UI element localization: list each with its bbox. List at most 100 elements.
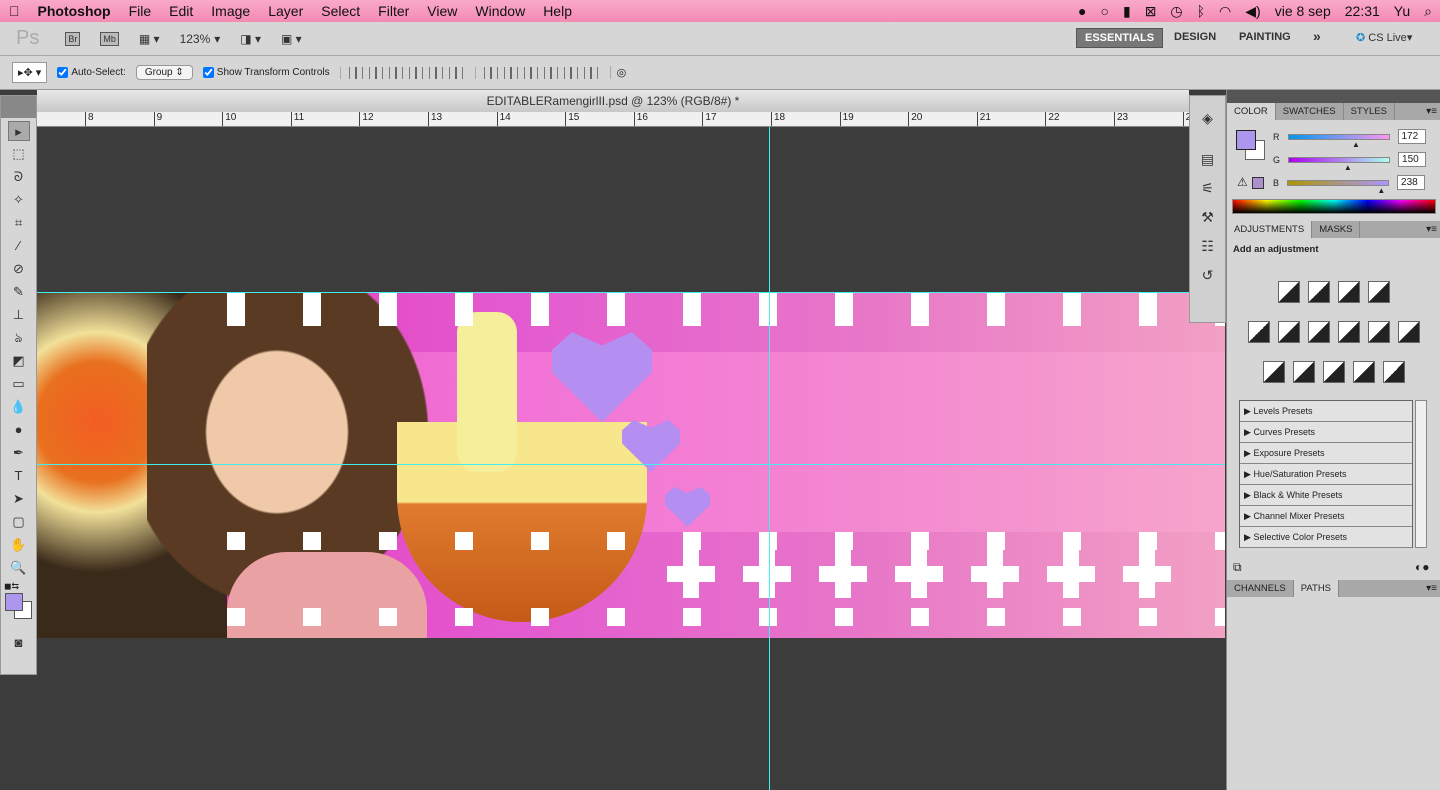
channel-value-input[interactable]: 150 — [1398, 152, 1427, 167]
brightness-contrast-icon[interactable] — [1278, 281, 1300, 303]
disclosure-triangle-icon[interactable]: ▶ — [1244, 511, 1251, 521]
vibrance-icon[interactable] — [1248, 321, 1270, 343]
hue-saturation-icon[interactable] — [1278, 321, 1300, 343]
menu-help[interactable]: Help — [534, 3, 581, 19]
preset-item[interactable]: ▶ Levels Presets — [1240, 401, 1412, 422]
arrange-documents-button[interactable]: ◨ ▾ — [240, 32, 261, 46]
slider-thumb[interactable]: ▲ — [1352, 140, 1360, 149]
color-panel-foreground[interactable] — [1236, 130, 1256, 150]
selective-color-icon[interactable] — [1383, 361, 1405, 383]
menu-image[interactable]: Image — [202, 3, 259, 19]
threshold-icon[interactable] — [1323, 361, 1345, 383]
foreground-color-swatch[interactable] — [5, 592, 23, 611]
distribute-vcenter-icon[interactable] — [503, 66, 518, 79]
menu-filter[interactable]: Filter — [369, 3, 418, 19]
distribute-top-icon[interactable] — [483, 66, 498, 79]
eraser-tool-icon[interactable]: ◩ — [8, 351, 30, 371]
distribute-left-icon[interactable] — [543, 66, 558, 79]
align-hcenter-icon[interactable] — [428, 66, 443, 79]
menu-edit[interactable]: Edit — [160, 3, 202, 19]
move-tool-icon[interactable]: ▸ — [7, 121, 30, 141]
volume-icon[interactable]: ◀) — [1245, 3, 1260, 20]
channel-slider[interactable]: ▲ — [1288, 156, 1391, 172]
document-tab[interactable]: EDITABLERamengirlII.psd @ 123% (RGB/8#) … — [37, 90, 1189, 112]
history-brush-icon[interactable]: ঌ — [8, 328, 30, 348]
clipboard-icon[interactable]: ▮ — [1123, 3, 1131, 20]
visibility-icon[interactable]: ◐● — [1415, 560, 1430, 574]
disclosure-triangle-icon[interactable]: ▶ — [1244, 448, 1251, 458]
menu-window[interactable]: Window — [466, 3, 534, 19]
spotlight-icon[interactable]: ⌕ — [1424, 3, 1432, 20]
bluetooth-icon[interactable]: ᛒ — [1197, 3, 1205, 19]
blur-tool-icon[interactable]: 💧 — [8, 397, 30, 417]
photo-filter-icon[interactable] — [1368, 321, 1390, 343]
menu-file[interactable]: File — [120, 3, 161, 19]
menu-layer[interactable]: Layer — [259, 3, 312, 19]
clip-to-layer-icon[interactable]: ⧉ — [1233, 560, 1242, 575]
distribute-bottom-icon[interactable] — [523, 66, 538, 79]
eyedropper-tool-icon[interactable]: ⁄ — [8, 236, 30, 256]
date[interactable]: vie 8 sep — [1275, 3, 1331, 19]
marquee-tool-icon[interactable]: ⬚ — [8, 144, 30, 164]
cs-live-button[interactable]: ✪ CS Live▾ — [1348, 28, 1420, 47]
time-machine-icon[interactable]: ◷ — [1170, 3, 1182, 20]
menu-select[interactable]: Select — [312, 3, 369, 19]
posterize-icon[interactable] — [1293, 361, 1315, 383]
menu-photoshop[interactable]: Photoshop — [29, 3, 120, 19]
more-workspaces-button[interactable]: » — [1305, 25, 1329, 47]
show-transform-checkbox[interactable]: Show Transform Controls — [202, 67, 330, 78]
mini-bridge-panel-icon[interactable]: ▤ — [1190, 145, 1225, 174]
auto-select-dropdown[interactable]: Group ⇕ — [135, 65, 193, 80]
clock[interactable]: 22:31 — [1345, 3, 1380, 19]
workspace-essentials[interactable]: ESSENTIALS — [1076, 28, 1164, 48]
color-ramp[interactable] — [1232, 199, 1436, 214]
disclosure-triangle-icon[interactable]: ▶ — [1244, 490, 1251, 500]
channel-value-input[interactable]: 172 — [1397, 129, 1426, 144]
guide-vertical[interactable] — [769, 127, 770, 790]
wifi-icon[interactable]: ◠ — [1219, 3, 1231, 20]
brush-presets-icon[interactable]: ⚟ — [1190, 174, 1225, 203]
apple-icon[interactable]:  — [0, 3, 29, 19]
slider-thumb[interactable]: ▲ — [1377, 186, 1385, 195]
quick-select-tool-icon[interactable]: ✧ — [8, 190, 30, 210]
zoom-level-dropdown[interactable]: 123% ▾ — [180, 32, 221, 46]
bridge-button[interactable]: Br — [65, 31, 81, 46]
healing-brush-icon[interactable]: ⊘ — [8, 259, 30, 279]
distribute-right-icon[interactable] — [583, 66, 598, 79]
view-extras-button[interactable]: ▦ ▾ — [139, 32, 160, 46]
channel-slider[interactable]: ▲ — [1287, 133, 1390, 149]
preset-item[interactable]: ▶ Exposure Presets — [1240, 443, 1412, 464]
tab-styles[interactable]: STYLES — [1344, 103, 1396, 120]
channel-mixer-icon[interactable] — [1398, 321, 1420, 343]
black-white-icon[interactable] — [1338, 321, 1360, 343]
invert-icon[interactable] — [1263, 361, 1285, 383]
battery-icon[interactable]: ⊠ — [1145, 3, 1157, 20]
tools-panel-header[interactable] — [1, 96, 36, 118]
screen-mode-button[interactable]: ▣ ▾ — [281, 32, 302, 46]
preset-item[interactable]: ▶ Channel Mixer Presets — [1240, 506, 1412, 527]
tab-paths[interactable]: PATHS — [1293, 580, 1340, 597]
auto-align-icon[interactable]: ◎ — [609, 66, 626, 79]
path-select-tool-icon[interactable]: ➤ — [8, 489, 30, 509]
workspace-painting[interactable]: PAINTING — [1231, 28, 1299, 46]
color-balance-icon[interactable] — [1308, 321, 1330, 343]
disclosure-triangle-icon[interactable]: ▶ — [1244, 469, 1251, 479]
preset-item[interactable]: ▶ Curves Presets — [1240, 422, 1412, 443]
tool-preset-picker[interactable]: ▸✥ ▾ — [12, 62, 48, 83]
layers-panel-icon[interactable]: ◈ — [1190, 104, 1225, 133]
guide-horizontal-middle[interactable] — [37, 464, 1225, 465]
lasso-tool-icon[interactable]: ᘐ — [8, 167, 30, 187]
exposure-icon[interactable] — [1368, 281, 1390, 303]
clone-source-icon[interactable]: ⚒ — [1190, 203, 1225, 232]
channel-value-input[interactable]: 238 — [1397, 175, 1426, 190]
stamp-tool-icon[interactable]: ⊥ — [8, 305, 30, 325]
shape-tool-icon[interactable]: ▢ — [8, 512, 30, 532]
menu-view[interactable]: View — [418, 3, 466, 19]
type-tool-icon[interactable]: T — [8, 466, 30, 486]
quick-mask-icon[interactable]: ◙ — [8, 633, 30, 653]
slider-thumb[interactable]: ▲ — [1344, 163, 1352, 172]
channel-slider[interactable]: ▲ — [1287, 179, 1390, 195]
user-name[interactable]: Yu — [1394, 3, 1410, 19]
gamut-swatch[interactable] — [1252, 177, 1264, 189]
align-top-icon[interactable] — [348, 66, 363, 79]
